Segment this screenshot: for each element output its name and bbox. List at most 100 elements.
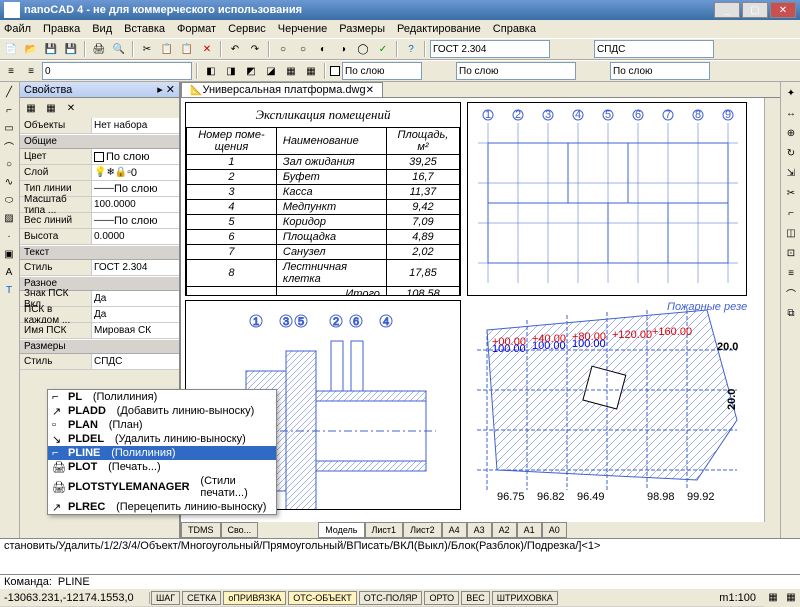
- modify-icon[interactable]: ⊡: [782, 244, 800, 262]
- tool-icon[interactable]: ○: [274, 40, 292, 58]
- modify-icon[interactable]: ◫: [782, 224, 800, 242]
- sheet-tab[interactable]: TDMS: [181, 522, 221, 538]
- ltype-select[interactable]: [456, 62, 576, 80]
- sheet-tab[interactable]: Лист1: [365, 522, 404, 538]
- prop-value[interactable]: 100.0000: [92, 197, 179, 212]
- status-grid[interactable]: СЕТКА: [182, 591, 221, 605]
- ac-item[interactable]: ⌐PL (Полилиния): [48, 390, 276, 404]
- layer-tool-icon[interactable]: ◨: [222, 62, 240, 80]
- modify-icon[interactable]: ⌒: [782, 284, 800, 302]
- arc-icon[interactable]: ⌒: [1, 138, 17, 154]
- modify-icon[interactable]: ⇲: [782, 164, 800, 182]
- props-tool-icon[interactable]: ▦: [42, 99, 60, 117]
- document-tab[interactable]: 📐 Универсальная платформа.dwg ✕: [181, 82, 383, 97]
- menu-format[interactable]: Формат: [177, 23, 216, 35]
- prop-value[interactable]: По слою: [92, 149, 179, 164]
- sheet-tab[interactable]: A3: [467, 522, 492, 538]
- status-snap[interactable]: ШАГ: [151, 591, 180, 605]
- prop-value[interactable]: Да: [92, 307, 179, 322]
- layer-tool-icon[interactable]: ◩: [242, 62, 260, 80]
- modify-icon[interactable]: ≡: [782, 264, 800, 282]
- pline-icon[interactable]: ⌐: [1, 102, 17, 118]
- status-otrack[interactable]: ОТС-ОБЪЕКТ: [288, 591, 356, 605]
- tool-icon[interactable]: ◐: [314, 40, 332, 58]
- status-hatch[interactable]: ШТРИХОВКА: [492, 591, 558, 605]
- delete-icon[interactable]: ✕: [198, 40, 216, 58]
- lweight-select[interactable]: [610, 62, 710, 80]
- undo-icon[interactable]: ↶: [226, 40, 244, 58]
- style-select[interactable]: [594, 40, 714, 58]
- rect-icon[interactable]: ▭: [1, 120, 17, 136]
- modify-icon[interactable]: ✂: [782, 184, 800, 202]
- layer-select[interactable]: [42, 62, 192, 80]
- menu-dims[interactable]: Размеры: [339, 23, 385, 35]
- sheet-tab[interactable]: A1: [517, 522, 542, 538]
- status-tool-icon[interactable]: ▦: [764, 589, 782, 607]
- preview-icon[interactable]: 🔍: [110, 40, 128, 58]
- props-tool-icon[interactable]: ✕: [62, 99, 80, 117]
- tool-icon[interactable]: ○: [294, 40, 312, 58]
- ac-item[interactable]: ↗PLADD (Добавить линию-выноску): [48, 404, 276, 418]
- tool-icon[interactable]: ◯: [354, 40, 372, 58]
- open-icon[interactable]: 📂: [22, 40, 40, 58]
- ac-item-selected[interactable]: ⌐PLINE (Полилиния): [48, 446, 276, 460]
- scrollbar-vertical[interactable]: [764, 98, 780, 522]
- text-icon[interactable]: A: [1, 264, 17, 280]
- hatch-icon[interactable]: ▨: [1, 210, 17, 226]
- sheet-tab[interactable]: A4: [442, 522, 467, 538]
- menu-service[interactable]: Сервис: [228, 23, 266, 35]
- maximize-button[interactable]: ▢: [742, 2, 768, 18]
- status-tool-icon[interactable]: ▦: [782, 589, 800, 607]
- modify-icon[interactable]: ⊕: [782, 124, 800, 142]
- menu-insert[interactable]: Вставка: [124, 23, 165, 35]
- prop-value[interactable]: Мировая СК: [92, 323, 179, 338]
- circle-icon[interactable]: ○: [1, 156, 17, 172]
- line-icon[interactable]: ╱: [1, 84, 17, 100]
- block-icon[interactable]: ▣: [1, 246, 17, 262]
- menu-view[interactable]: Вид: [92, 23, 112, 35]
- prop-value[interactable]: ГОСТ 2.304: [92, 260, 179, 275]
- layer-icon[interactable]: ≡: [2, 62, 20, 80]
- menu-edit[interactable]: Правка: [43, 23, 80, 35]
- ac-item[interactable]: ↘PLDEL (Удалить линию-выноску): [48, 432, 276, 446]
- sheet-tab[interactable]: Сво...: [221, 522, 259, 538]
- menu-draw[interactable]: Черчение: [278, 23, 328, 35]
- menu-modify[interactable]: Редактирование: [397, 23, 481, 35]
- prop-value[interactable]: Да: [92, 291, 179, 306]
- minimize-button[interactable]: _: [714, 2, 740, 18]
- cmd-input-value[interactable]: PLINE: [58, 576, 90, 588]
- menu-help[interactable]: Справка: [493, 23, 536, 35]
- close-button[interactable]: ✕: [770, 2, 796, 18]
- new-icon[interactable]: 📄: [2, 40, 20, 58]
- prop-value[interactable]: —— По слою: [92, 213, 179, 228]
- modify-icon[interactable]: ⌐: [782, 204, 800, 222]
- prop-value[interactable]: —— По слою: [92, 181, 179, 196]
- help-icon[interactable]: ?: [402, 40, 420, 58]
- modify-icon[interactable]: ✦: [782, 84, 800, 102]
- save-icon[interactable]: 💾: [42, 40, 60, 58]
- print-icon[interactable]: 🖨: [90, 40, 108, 58]
- selection-value[interactable]: Нет набора: [92, 118, 179, 133]
- tool-icon[interactable]: ✓: [374, 40, 392, 58]
- command-prompt[interactable]: Команда: PLINE: [0, 574, 800, 588]
- sheet-tab[interactable]: Лист2: [403, 522, 442, 538]
- sheet-tab[interactable]: A2: [492, 522, 517, 538]
- layer-tool-icon[interactable]: ▦: [302, 62, 320, 80]
- sheet-tab[interactable]: A0: [542, 522, 567, 538]
- spline-icon[interactable]: ∿: [1, 174, 17, 190]
- tool-icon[interactable]: ◑: [334, 40, 352, 58]
- status-ortho[interactable]: ОРТО: [424, 591, 459, 605]
- layer-tool-icon[interactable]: ◪: [262, 62, 280, 80]
- copy-icon[interactable]: 📋: [158, 40, 176, 58]
- status-osnap[interactable]: оПРИВЯЗКА: [223, 591, 286, 605]
- ellipse-icon[interactable]: ⬭: [1, 192, 17, 208]
- cut-icon[interactable]: ✂: [138, 40, 156, 58]
- ac-item[interactable]: ↗PLREC (Перецепить линию-выноску): [48, 500, 276, 514]
- panel-close-icon[interactable]: ▸ ✕: [157, 83, 175, 96]
- modify-icon[interactable]: ⧉: [782, 304, 800, 322]
- layer-tool-icon[interactable]: ▦: [282, 62, 300, 80]
- prop-value[interactable]: 💡❄🔒▫0: [92, 165, 179, 180]
- sheet-tab-model[interactable]: Модель: [318, 522, 364, 538]
- color-select[interactable]: [342, 62, 422, 80]
- modify-icon[interactable]: ↻: [782, 144, 800, 162]
